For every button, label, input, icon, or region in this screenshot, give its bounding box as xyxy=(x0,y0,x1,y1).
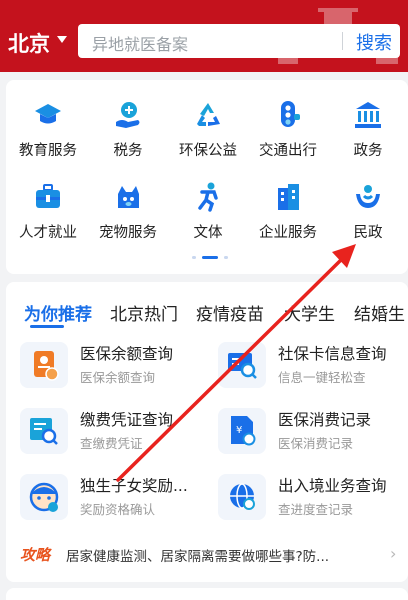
tab-college[interactable]: 大学生 xyxy=(284,300,335,325)
service-culture-sports[interactable]: 文体 xyxy=(168,182,248,252)
service-civil-affairs[interactable]: 民政 xyxy=(328,182,408,252)
active-tab-indicator xyxy=(30,325,64,328)
tab-epidemic[interactable]: 疫情疫苗 xyxy=(196,300,264,325)
page-indicator xyxy=(192,256,228,260)
receipt-search-icon xyxy=(20,408,68,454)
traffic-light-icon xyxy=(281,101,300,127)
service-employment[interactable]: 人才就业 xyxy=(8,182,88,252)
list-item-medical-balance[interactable]: 医保余额查询 医保余额查询 xyxy=(10,340,200,390)
tab-beijing-hot[interactable]: 北京热门 xyxy=(110,300,178,325)
search-divider xyxy=(342,32,343,50)
service-enterprise[interactable]: 企业服务 xyxy=(248,182,328,252)
service-government[interactable]: 政务 xyxy=(328,100,408,170)
list-item-exit-entry[interactable]: 出入境业务查询 查进度查记录 xyxy=(208,472,398,522)
list-item-social-card[interactable]: 社保卡信息查询 信息一键轻松查 xyxy=(208,340,398,390)
service-traffic[interactable]: 交通出行 xyxy=(248,100,328,170)
card-search-icon xyxy=(218,342,266,388)
search-button[interactable]: 搜索 xyxy=(356,29,392,55)
recycle-icon xyxy=(197,103,220,126)
tax-hand-icon xyxy=(116,102,140,128)
child-reward-icon xyxy=(20,474,68,520)
government-building-icon xyxy=(355,102,381,128)
tab-recommend[interactable]: 为你推荐 xyxy=(24,300,92,325)
watermark: Baidu经验 xyxy=(270,560,375,584)
service-pet[interactable]: 宠物服务 xyxy=(88,182,168,252)
tip-tag: 攻略 xyxy=(20,546,51,564)
caret-down-icon[interactable] xyxy=(57,36,67,43)
chevron-right-icon[interactable]: › xyxy=(390,544,396,563)
city-selector[interactable]: 北京 xyxy=(8,28,50,58)
briefcase-icon xyxy=(36,184,60,208)
running-person-icon xyxy=(198,182,218,212)
graduation-cap-icon xyxy=(35,104,61,124)
people-care-icon xyxy=(356,185,380,208)
recommend-section: 为你推荐 北京热门 疫情疫苗 大学生 结婚生 医保余额查询 医保余额查询 社保卡… xyxy=(6,282,408,582)
top-header: 北京 异地就医备案 搜索 xyxy=(0,0,408,72)
globe-search-icon xyxy=(218,474,266,520)
next-section-edge xyxy=(6,588,408,600)
page-dot xyxy=(224,256,228,259)
service-environment[interactable]: 环保公益 xyxy=(168,100,248,170)
search-bar[interactable]: 异地就医备案 搜索 xyxy=(78,24,400,58)
service-grid: 教育服务 税务 环保公益 交通出行 政务 人才就业 宠物服务 文体 企业服务 民… xyxy=(6,80,408,274)
service-tax[interactable]: 税务 xyxy=(88,100,168,170)
list-item-payment-receipt[interactable]: 缴费凭证查询 查缴费凭证 xyxy=(10,406,200,456)
page-dot-active xyxy=(202,256,218,259)
pet-icon xyxy=(118,186,139,208)
service-education[interactable]: 教育服务 xyxy=(8,100,88,170)
page-dot xyxy=(192,256,196,259)
expense-record-icon: ¥ xyxy=(218,408,266,454)
list-item-only-child-reward[interactable]: 独生子女奖励... 奖励资格确认 xyxy=(10,472,200,522)
medical-balance-icon xyxy=(20,342,68,388)
list-item-medical-records[interactable]: ¥ 医保消费记录 医保消费记录 xyxy=(208,406,398,456)
office-building-icon xyxy=(278,184,299,210)
search-input[interactable]: 异地就医备案 xyxy=(92,31,188,55)
svg-text:¥: ¥ xyxy=(236,425,242,436)
tab-marriage[interactable]: 结婚生 xyxy=(354,300,405,325)
